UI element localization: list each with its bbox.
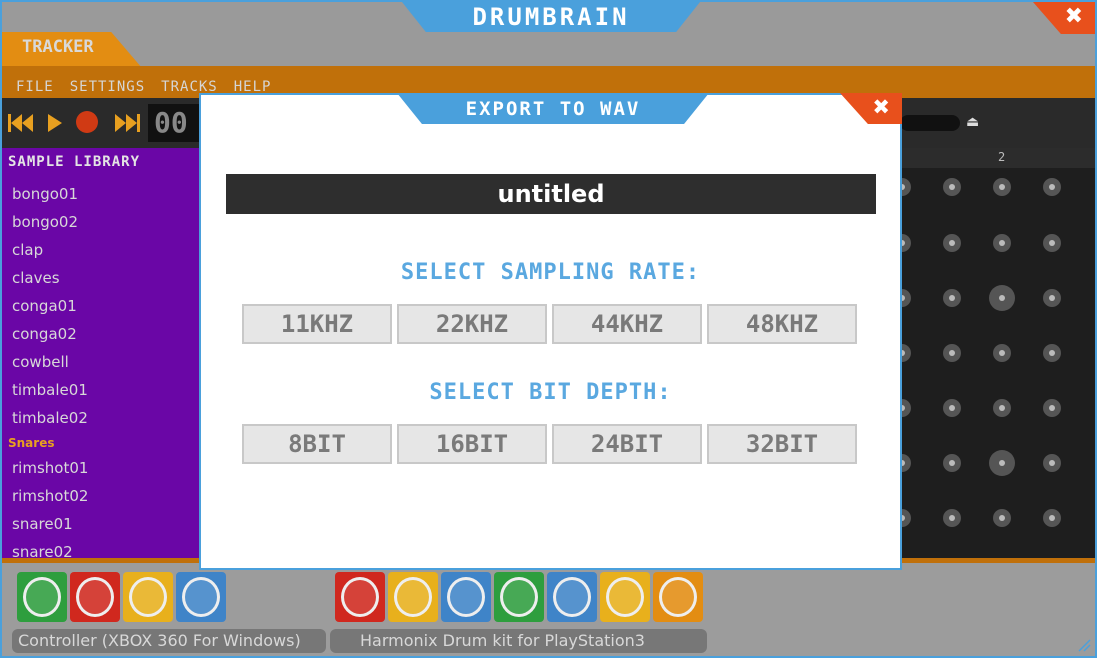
tempo-slider[interactable] [900, 115, 960, 131]
list-item[interactable]: bongo01 [2, 180, 200, 208]
eject-icon[interactable]: ⏏ [966, 114, 979, 130]
controller-label[interactable]: Controller (XBOX 360 For Windows) [12, 629, 326, 653]
drum-ring-icon [182, 577, 220, 617]
fast-forward-icon[interactable] [114, 112, 140, 134]
step-cell[interactable] [1043, 509, 1061, 527]
drum-ring-icon [553, 577, 591, 617]
drum-ring-icon [23, 577, 61, 617]
app-title: DRUMBRAIN [472, 3, 630, 31]
step-cell[interactable] [1043, 178, 1061, 196]
step-cell[interactable] [1043, 344, 1061, 362]
sampling-rate-label: SELECT SAMPLING RATE: [400, 260, 701, 285]
list-item[interactable]: conga01 [2, 292, 200, 320]
app-title-tab: DRUMBRAIN [402, 2, 700, 32]
rewind-icon[interactable] [8, 112, 34, 134]
drum-ring-icon [341, 577, 379, 617]
play-icon[interactable] [46, 112, 64, 134]
step-cell[interactable] [993, 234, 1011, 252]
drumkit-pad[interactable] [600, 572, 650, 622]
rate-22khz-button[interactable]: 22KHZ [397, 304, 547, 344]
tab-tracker-label: TRACKER [22, 37, 94, 57]
rate-48khz-button[interactable]: 48KHZ [707, 304, 857, 344]
list-item[interactable]: timbale01 [2, 376, 200, 404]
controller-pad[interactable] [17, 572, 67, 622]
drumkit-label[interactable]: Harmonix Drum kit for PlayStation3 [330, 629, 707, 653]
list-item[interactable]: cowbell [2, 348, 200, 376]
step-cell[interactable] [943, 344, 961, 362]
step-cell[interactable] [1043, 454, 1061, 472]
category-header: Snares [8, 436, 55, 450]
depth-8bit-button[interactable]: 8BIT [242, 424, 392, 464]
step-cell[interactable] [993, 399, 1011, 417]
drumkit-pad[interactable] [441, 572, 491, 622]
drumkit-pad[interactable] [494, 572, 544, 622]
sample-library: SAMPLE LIBRARY bongo01 bongo02 clap clav… [2, 148, 200, 558]
export-dialog: EXPORT TO WAV ✖ SELECT SAMPLING RATE: 11… [199, 93, 902, 570]
drumkit-pad[interactable] [388, 572, 438, 622]
drumkit-pad[interactable] [653, 572, 703, 622]
drumkit-pad[interactable] [547, 572, 597, 622]
export-dialog-title-tab: EXPORT TO WAV [397, 93, 709, 124]
list-item[interactable]: conga02 [2, 320, 200, 348]
rate-44khz-button[interactable]: 44KHZ [552, 304, 702, 344]
step-cell[interactable] [943, 399, 961, 417]
beat-marker: 2 [998, 150, 1006, 164]
sample-library-title: SAMPLE LIBRARY [8, 154, 141, 170]
list-item[interactable]: claves [2, 264, 200, 292]
step-cell[interactable] [943, 454, 961, 472]
drum-ring-icon [500, 577, 538, 617]
filename-input[interactable] [226, 174, 876, 214]
drum-ring-icon [447, 577, 485, 617]
menu-settings[interactable]: SETTINGS [70, 79, 145, 95]
drum-ring-icon [659, 577, 697, 617]
step-cell[interactable] [993, 344, 1011, 362]
drum-ring-icon [76, 577, 114, 617]
list-item[interactable]: rimshot01 [2, 454, 200, 482]
close-dialog-button[interactable]: ✖ [840, 93, 902, 124]
step-cell[interactable] [943, 234, 961, 252]
depth-24bit-button[interactable]: 24BIT [552, 424, 702, 464]
controller-pad[interactable] [176, 572, 226, 622]
bit-depth-label: SELECT BIT DEPTH: [429, 380, 672, 405]
step-cell[interactable] [943, 178, 961, 196]
list-item[interactable]: bongo02 [2, 208, 200, 236]
step-cell[interactable] [1043, 289, 1061, 307]
record-icon[interactable] [76, 111, 98, 133]
menu-file[interactable]: FILE [16, 79, 54, 95]
list-item[interactable]: snare02 [2, 538, 200, 558]
step-cell[interactable] [993, 178, 1011, 196]
tab-tracker[interactable]: TRACKER [2, 32, 142, 68]
drum-ring-icon [606, 577, 644, 617]
step-cell[interactable] [943, 289, 961, 307]
step-cell[interactable] [1043, 399, 1061, 417]
step-cell[interactable] [989, 450, 1015, 476]
depth-16bit-button[interactable]: 16BIT [397, 424, 547, 464]
list-item[interactable]: snare01 [2, 510, 200, 538]
rate-11khz-button[interactable]: 11KHZ [242, 304, 392, 344]
step-cell[interactable] [993, 509, 1011, 527]
app-window: DRUMBRAIN ✖ TRACKER FILE SETTINGS TRACKS… [0, 0, 1097, 658]
step-cell[interactable] [1043, 234, 1061, 252]
drumkit-pad[interactable] [335, 572, 385, 622]
depth-32bit-button[interactable]: 32BIT [707, 424, 857, 464]
controller-pad[interactable] [70, 572, 120, 622]
export-dialog-title: EXPORT TO WAV [465, 97, 641, 120]
list-item[interactable]: clap [2, 236, 200, 264]
close-app-button[interactable]: ✖ [1033, 2, 1095, 34]
resize-grip-icon[interactable] [1077, 638, 1091, 652]
step-cell[interactable] [943, 509, 961, 527]
list-item[interactable]: rimshot02 [2, 482, 200, 510]
list-item[interactable]: timbale02 [2, 404, 200, 432]
drum-ring-icon [129, 577, 167, 617]
controller-pad[interactable] [123, 572, 173, 622]
step-cell[interactable] [989, 285, 1015, 311]
drum-ring-icon [394, 577, 432, 617]
